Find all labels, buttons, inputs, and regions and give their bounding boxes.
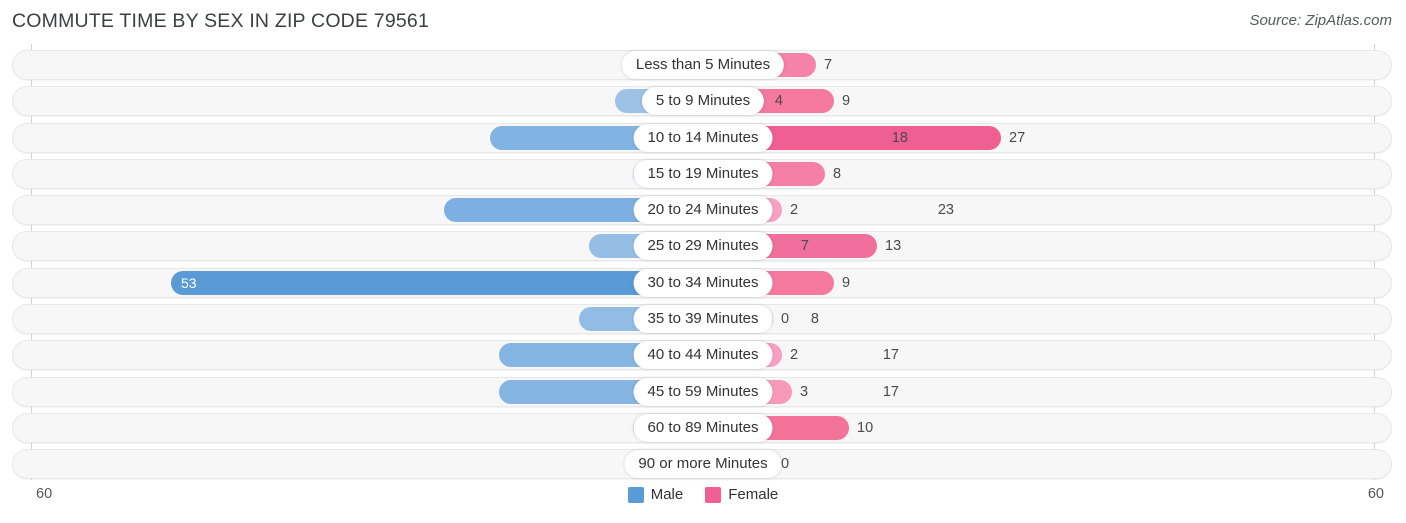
- value-label-male: 17: [882, 347, 899, 364]
- value-label-female: 0: [781, 311, 790, 328]
- legend-swatch-female-icon: [705, 486, 722, 503]
- category-label-pill: 60 to 89 Minutes: [633, 413, 773, 442]
- value-label-male: 18: [891, 129, 908, 146]
- legend-label-female: Female: [728, 486, 779, 503]
- bar-rows: 27Less than 5 Minutes495 to 9 Minutes182…: [0, 50, 1406, 486]
- value-label-female: 9: [842, 274, 851, 291]
- bar-row: 23 2 20 to 24 Minutes: [0, 195, 1406, 226]
- chart-plot-area: 27Less than 5 Minutes495 to 9 Minutes182…: [0, 44, 1406, 480]
- bar-row: 53 9 30 to 34 Minutes: [0, 267, 1406, 298]
- value-label-male: 23: [937, 202, 954, 219]
- category-label-pill: 10 to 14 Minutes: [633, 123, 773, 152]
- category-label-pill: 15 to 19 Minutes: [633, 159, 773, 188]
- value-label-female: 7: [824, 57, 833, 73]
- bar-male[interactable]: [171, 270, 703, 295]
- value-label-female: 9: [842, 93, 851, 110]
- category-label-pill: 5 to 9 Minutes: [641, 87, 765, 116]
- category-label-pill: 90 or more Minutes: [624, 450, 782, 479]
- chart-footer: 60 60 Male Female: [0, 480, 1406, 523]
- chart-legend: Male Female: [0, 486, 1406, 503]
- value-label-female: 8: [833, 165, 842, 182]
- value-label-female: 2: [790, 347, 799, 364]
- bar-row: 27Less than 5 Minutes: [0, 50, 1406, 80]
- category-label-pill: 25 to 29 Minutes: [633, 232, 773, 261]
- bar-row: 7 13 25 to 29 Minutes: [0, 231, 1406, 262]
- bar-row: 0090 or more Minutes: [0, 449, 1406, 480]
- page-title: COMMUTE TIME BY SEX IN ZIP CODE 79561: [12, 10, 430, 32]
- bar-row: 18 27 10 to 14 Minutes: [0, 122, 1406, 153]
- value-label-female: 2: [790, 202, 799, 219]
- legend-item-female[interactable]: Female: [705, 486, 778, 503]
- category-label-pill: 45 to 59 Minutes: [633, 377, 773, 406]
- legend-swatch-male-icon: [627, 486, 644, 503]
- category-label-pill: 20 to 24 Minutes: [633, 196, 773, 225]
- bar-row: 17 3 45 to 59 Minutes: [0, 376, 1406, 407]
- bar-row: 4 9 5 to 9 Minutes: [0, 86, 1406, 117]
- value-label-female: 13: [885, 238, 902, 255]
- value-label-male: 4: [774, 93, 783, 110]
- source-attribution: Source: ZipAtlas.com: [1249, 12, 1392, 29]
- legend-label-male: Male: [650, 486, 684, 503]
- legend-item-male[interactable]: Male: [627, 486, 684, 503]
- chart-header: COMMUTE TIME BY SEX IN ZIP CODE 79561 So…: [0, 0, 1406, 44]
- value-label-male: 7: [800, 238, 809, 255]
- value-label-female: 3: [800, 383, 809, 400]
- value-label-female: 27: [1009, 129, 1026, 146]
- value-label-female: 10: [857, 419, 874, 436]
- value-label-female: 0: [781, 456, 790, 473]
- bar-row: 17 2 40 to 44 Minutes: [0, 340, 1406, 371]
- category-label-pill: Less than 5 Minutes: [621, 51, 785, 79]
- bar-row: 0815 to 19 Minutes: [0, 158, 1406, 189]
- value-label-male: 17: [882, 383, 899, 400]
- value-label-male: 53: [181, 274, 197, 291]
- bar-row: 21060 to 89 Minutes: [0, 412, 1406, 443]
- category-label-pill: 40 to 44 Minutes: [633, 341, 773, 370]
- category-label-pill: 35 to 39 Minutes: [633, 305, 773, 334]
- value-label-male: 8: [810, 311, 819, 328]
- bar-row: 8 0 35 to 39 Minutes: [0, 304, 1406, 335]
- category-label-pill: 30 to 34 Minutes: [633, 268, 773, 297]
